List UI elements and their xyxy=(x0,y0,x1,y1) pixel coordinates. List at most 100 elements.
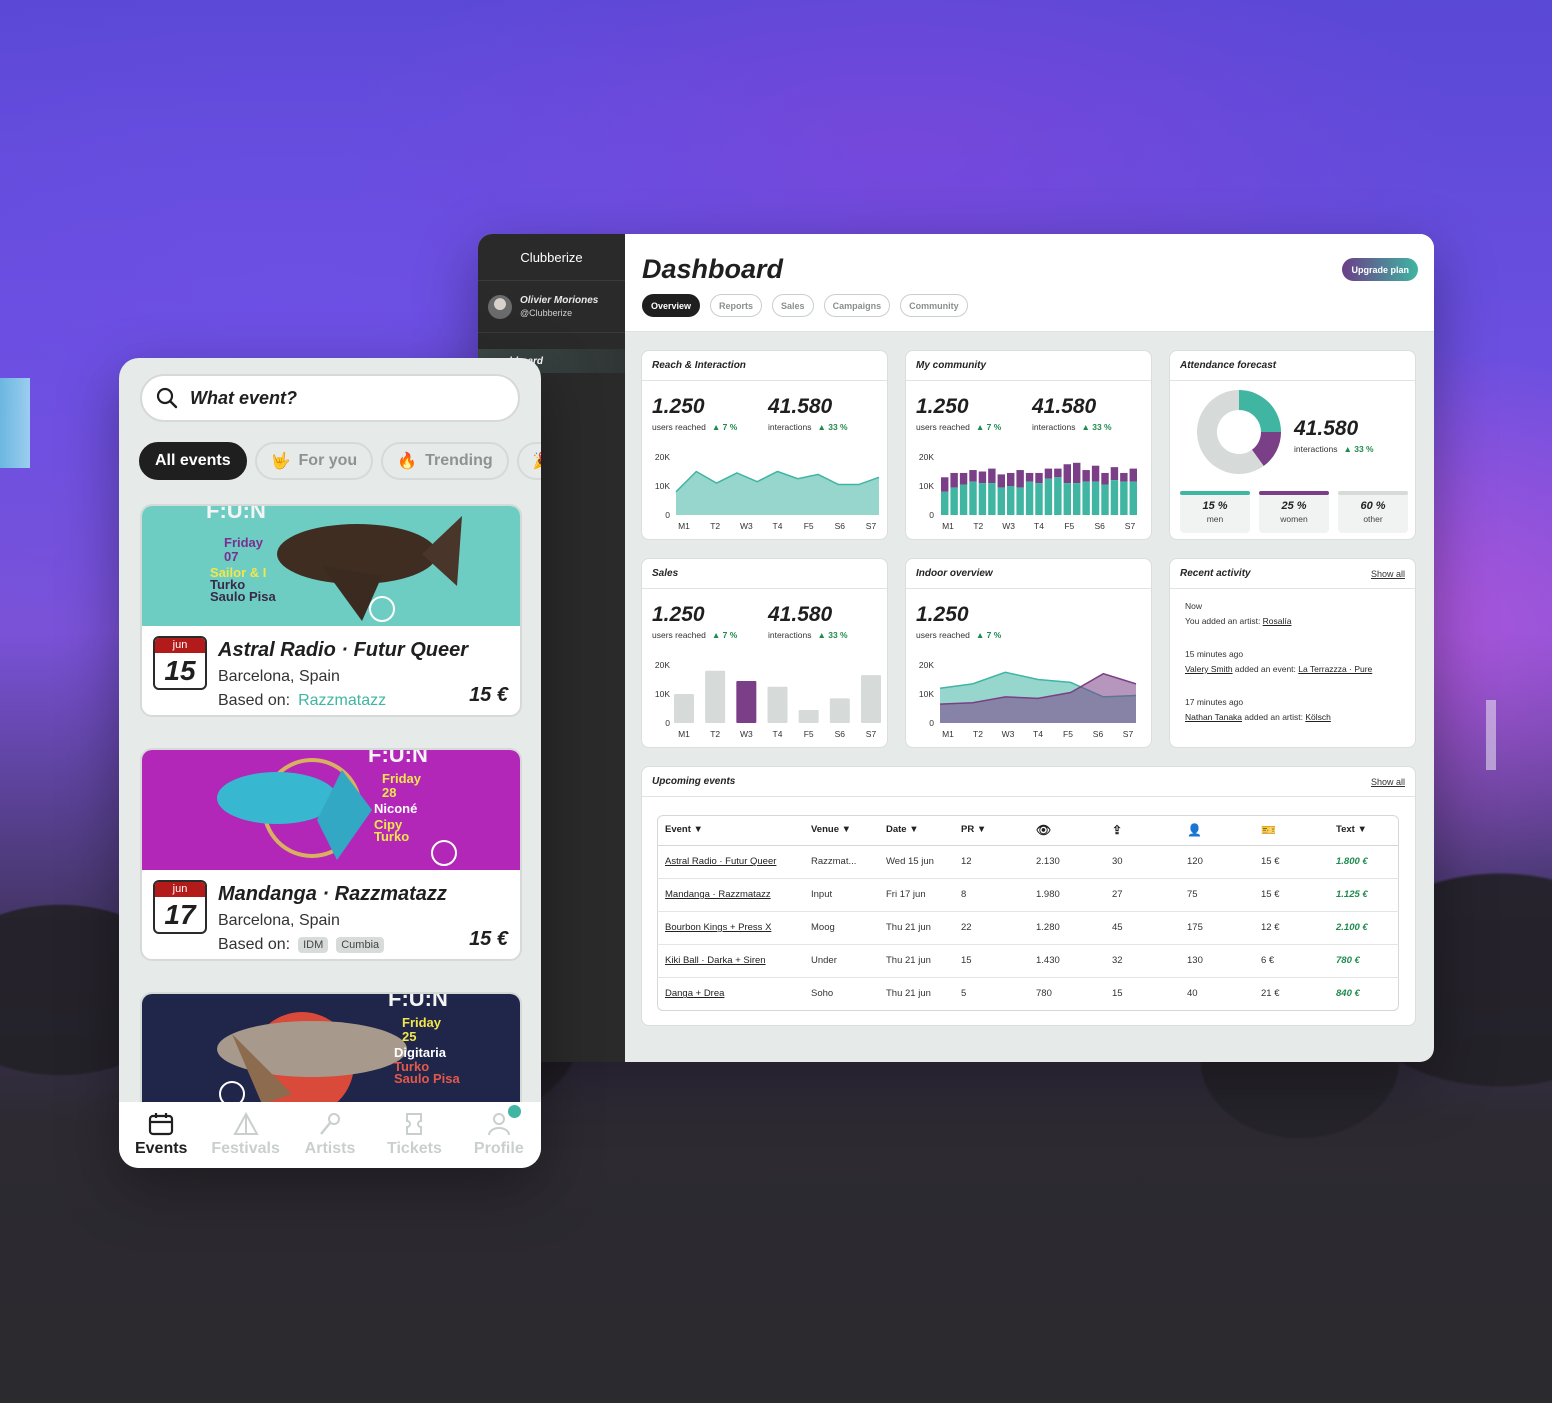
segment-women: 25 % women xyxy=(1259,491,1329,533)
tab-reports[interactable]: Reports xyxy=(710,294,763,317)
chip-trending[interactable]: 🔥 Trending xyxy=(381,442,509,480)
dashboard-header: Dashboard Upgrade plan Overview Reports … xyxy=(625,234,1434,332)
activity-link[interactable]: Kölsch xyxy=(1305,712,1331,722)
nav-festivals[interactable]: Festivals xyxy=(203,1102,287,1168)
column-header-date[interactable]: Date ▼ xyxy=(878,815,953,846)
activity-link[interactable]: Rosalía xyxy=(1263,616,1292,626)
poster-brand: F:U:N xyxy=(388,994,448,1011)
nav-artists[interactable]: Artists xyxy=(288,1102,372,1168)
cell-attendees: 120 xyxy=(1179,845,1253,879)
eye-icon[interactable]: 👁 xyxy=(1028,815,1104,846)
search-bar[interactable]: What event? xyxy=(140,374,520,422)
stat-label: interactions xyxy=(1294,444,1338,454)
community-bar-base xyxy=(1120,481,1128,515)
stat-value: 1.250 xyxy=(652,603,705,626)
activity-item: 17 minutes ago Nathan Tanaka added an ar… xyxy=(1185,695,1331,725)
table-row[interactable]: Kiki Ball · Darka + Siren Under Thu 21 jun… xyxy=(657,944,1399,978)
activity-user-link[interactable]: Nathan Tanaka xyxy=(1185,712,1242,722)
column-header-pr[interactable]: PR ▼ xyxy=(953,815,1028,846)
cell-total: 780 € xyxy=(1328,944,1399,978)
stat-value: 41.580 xyxy=(768,603,833,626)
poster-line: Digitaria xyxy=(394,1045,447,1060)
chip-more[interactable]: 🎉G xyxy=(516,442,541,480)
stat-label: users reached xyxy=(652,630,706,640)
community-bar-top xyxy=(997,474,1005,488)
poster-line: 25 xyxy=(402,1029,417,1044)
event-card[interactable]: F:U:N Friday 07 Sailor & I Turko Saulo P… xyxy=(140,504,522,717)
show-all-link[interactable]: Show all xyxy=(1371,569,1405,579)
activity-link[interactable]: La Terrazzza · Pure xyxy=(1298,664,1372,674)
genre-tag[interactable]: IDM xyxy=(298,937,329,953)
bottom-nav: Events Festivals Artists Tickets Profile xyxy=(119,1102,541,1168)
based-on-label: Based on: xyxy=(218,692,291,709)
stat-delta: ▲ 7 % xyxy=(975,630,1002,640)
cell-event[interactable]: Mandanga · Razzmatazz xyxy=(657,878,803,912)
indoor-area-chart: 20K 10K 0 M1 T2 W3 T4 F5 S6 S7 xyxy=(919,660,1137,739)
tab-sales[interactable]: Sales xyxy=(772,294,814,317)
community-bar-base xyxy=(997,487,1005,515)
light-tower xyxy=(1486,700,1496,770)
community-users-stat: 1.250 users reached ▲ 7 % xyxy=(916,395,1001,432)
x-tick-label: T4 xyxy=(1034,521,1044,531)
brand-logo[interactable]: Clubberize xyxy=(478,234,625,281)
activity-user-link[interactable]: Valery Smith xyxy=(1185,664,1233,674)
x-tick-label: S7 xyxy=(1123,729,1134,739)
event-title: Mandanga · Razzmatazz xyxy=(218,883,447,905)
ticket-icon[interactable]: 🎫 xyxy=(1253,815,1328,846)
cell-shares: 45 xyxy=(1104,911,1179,945)
show-all-link[interactable]: Show all xyxy=(1371,777,1405,787)
event-card[interactable]: F:U:N Friday 28 Niconé Cipy Turko jun 17… xyxy=(140,748,522,961)
sales-bar xyxy=(736,680,757,723)
stat-value: 41.580 xyxy=(768,395,833,418)
segment-label: men xyxy=(1206,514,1224,524)
table-row[interactable]: Mandanga · Razzmatazz Input Fri 17 jun 8 1.9… xyxy=(657,878,1399,912)
cell-event[interactable]: Kiki Ball · Darka + Siren xyxy=(657,944,803,978)
y-tick-label: 20K xyxy=(919,660,934,670)
cell-venue: Moog xyxy=(803,911,878,945)
table-row[interactable]: Astral Radio · Futur Queer Razzmat... Wed … xyxy=(657,845,1399,879)
community-bar-top xyxy=(1110,467,1119,481)
x-tick-label: F5 xyxy=(1064,521,1074,531)
table-row[interactable]: Bourbon Kings + Press X Moog Thu 21 jun 22 1… xyxy=(657,911,1399,945)
cell-venue: Razzmat... xyxy=(803,845,878,879)
user-profile[interactable]: Olivier Moriones @Clubberize xyxy=(478,281,625,333)
date-badge: jun 17 xyxy=(153,880,207,934)
card-title: Reach & Interaction xyxy=(652,360,746,371)
column-header-event[interactable]: Event ▼ xyxy=(657,815,803,846)
nav-events[interactable]: Events xyxy=(119,1102,203,1168)
user-icon[interactable]: 👤 xyxy=(1179,815,1253,846)
y-tick-label: 0 xyxy=(929,718,934,728)
event-location: Barcelona, Spain xyxy=(218,912,340,929)
cell-event[interactable]: Danga + Drea xyxy=(657,977,803,1010)
poster-line: Saulo Pisa xyxy=(210,589,276,604)
nav-profile[interactable]: Profile xyxy=(457,1102,541,1168)
cell-event[interactable]: Astral Radio · Futur Queer xyxy=(657,845,803,879)
card-title: My community xyxy=(916,360,987,371)
community-bar-top xyxy=(978,471,987,484)
nav-tickets[interactable]: Tickets xyxy=(372,1102,456,1168)
community-bar-base xyxy=(1129,481,1137,515)
column-header-venue[interactable]: Venue ▼ xyxy=(803,815,878,846)
recent-activity-card: Recent activity Show all Now You added a… xyxy=(1169,558,1416,748)
date-month: jun xyxy=(155,638,205,653)
y-tick-label: 10K xyxy=(919,689,934,699)
chip-all-events[interactable]: All events xyxy=(139,442,247,480)
share-icon[interactable]: ⇪ xyxy=(1104,815,1179,846)
stat-delta: ▲ 7 % xyxy=(711,630,738,640)
table-row[interactable]: Danga + Drea Soho Thu 21 jun 5 780 15 40 21 € 84… xyxy=(657,977,1399,1010)
tab-campaigns[interactable]: Campaigns xyxy=(823,294,891,317)
genre-tag[interactable]: Cumbia xyxy=(336,937,385,953)
sales-bar xyxy=(829,698,850,723)
cell-event[interactable]: Bourbon Kings + Press X xyxy=(657,911,803,945)
community-bar-base xyxy=(1016,487,1024,515)
column-header-text[interactable]: Text ▼ xyxy=(1328,815,1399,846)
tab-community[interactable]: Community xyxy=(900,294,968,317)
based-on-link[interactable]: Razzmatazz xyxy=(298,692,386,710)
tab-overview[interactable]: Overview xyxy=(642,294,701,317)
chip-for-you[interactable]: 🤟 For you xyxy=(254,442,374,480)
upgrade-plan-button[interactable]: Upgrade plan xyxy=(1342,258,1418,281)
page-title: Dashboard xyxy=(642,254,784,284)
community-bar-top xyxy=(1120,472,1128,482)
ticket-icon xyxy=(406,1113,423,1135)
community-bar-top xyxy=(969,470,977,482)
